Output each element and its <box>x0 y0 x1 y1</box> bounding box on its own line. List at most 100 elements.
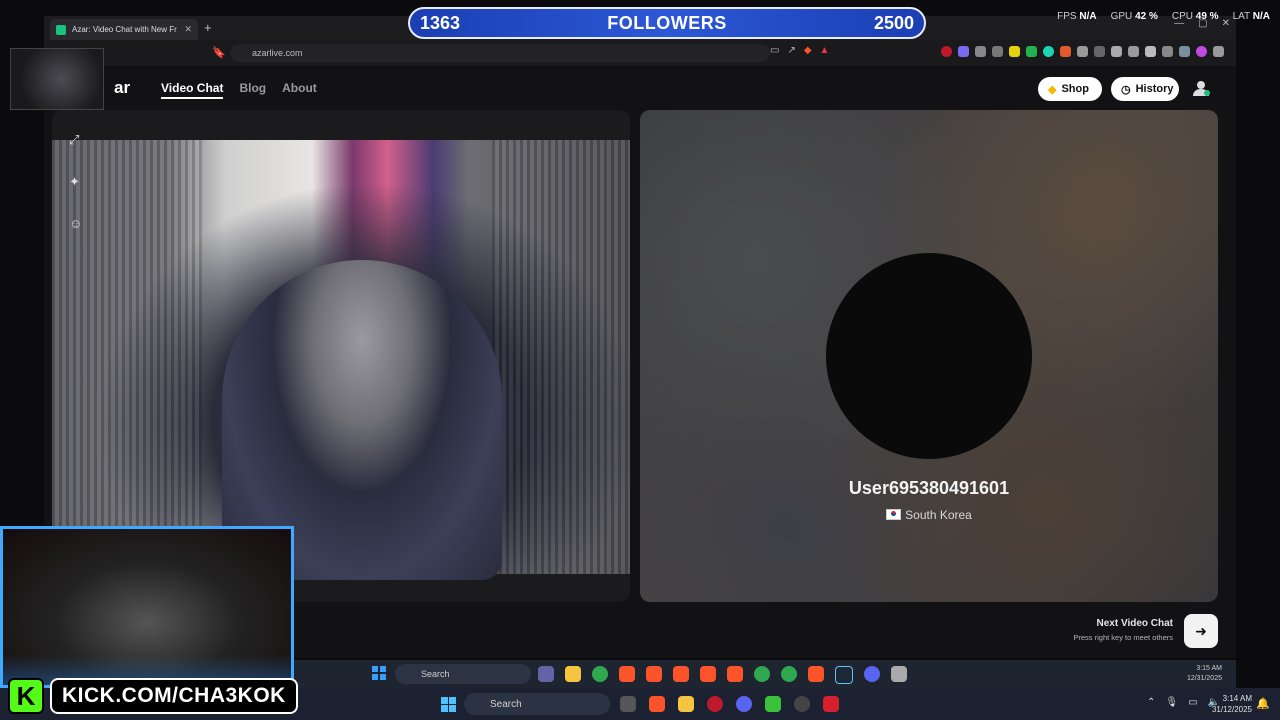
app-icon[interactable] <box>823 696 839 712</box>
share-icon[interactable]: ↗ <box>787 45 795 56</box>
extension-icon[interactable] <box>1077 46 1088 57</box>
url-field[interactable]: azarlive.com <box>230 44 770 62</box>
captured-time: 3:15 AM <box>1196 665 1222 672</box>
partner-username: User695380491601 <box>848 478 1010 498</box>
mic-icon[interactable]: 🎙 <box>1165 697 1178 708</box>
task-view-icon[interactable] <box>620 696 636 712</box>
extensions-row <box>941 46 1224 57</box>
extension-icon[interactable] <box>1111 46 1122 57</box>
next-chat-button[interactable]: ➜ <box>1184 614 1218 648</box>
chrome-icon[interactable] <box>754 666 770 682</box>
effects-sparkle-icon[interactable]: ✦ <box>69 174 82 190</box>
extension-icon[interactable] <box>992 46 1003 57</box>
history-button[interactable]: ◷ History <box>1111 77 1179 101</box>
extension-icon[interactable] <box>975 46 986 57</box>
partner-avatar <box>826 253 1032 459</box>
captured-search-box[interactable]: Search <box>395 664 531 684</box>
nav-about[interactable]: About <box>282 81 317 99</box>
partner-country-label: South Korea <box>905 508 972 522</box>
taskbar-clock[interactable]: 3:14 AM 31/12/2025 <box>1212 693 1252 715</box>
taskbar-date: 31/12/2025 <box>1211 705 1252 714</box>
gpu-label: GPU <box>1110 11 1133 22</box>
cpu-value: 49 % <box>1195 11 1219 22</box>
extension-icon[interactable] <box>1043 46 1054 57</box>
obs-icon[interactable] <box>794 696 810 712</box>
lat-value: N/A <box>1252 11 1270 22</box>
fps-label: FPS <box>1057 11 1077 22</box>
site-nav: ar Video Chat Blog About ◆ Shop ◷ Histor… <box>44 66 1236 110</box>
discord-icon[interactable] <box>736 696 752 712</box>
brave-icon[interactable] <box>619 666 635 682</box>
extension-icon[interactable] <box>958 46 969 57</box>
tab-title: Azar: Video Chat with New Fr <box>72 25 177 34</box>
chevron-up-icon[interactable]: ⌃ <box>1147 697 1155 708</box>
brave-icon[interactable] <box>808 666 824 682</box>
steam-icon[interactable] <box>835 666 853 684</box>
brave-icon[interactable] <box>673 666 689 682</box>
brave-icon[interactable] <box>649 696 665 712</box>
folder-icon[interactable] <box>678 696 694 712</box>
brave-icon[interactable] <box>727 666 743 682</box>
address-bar: 🔖 azarlive.com ▭ ↗ ◆ ▲ <box>44 40 1236 66</box>
discord-icon[interactable] <box>864 666 880 682</box>
gem-icon: ◆ <box>1048 83 1057 96</box>
leo-icon[interactable] <box>1196 46 1207 57</box>
azar-favicon-icon <box>56 24 66 35</box>
azar-logo[interactable]: ar <box>114 78 130 98</box>
play-icon[interactable] <box>765 696 781 712</box>
chrome-icon[interactable] <box>592 666 608 682</box>
shop-label: Shop <box>1061 83 1089 95</box>
shop-button[interactable]: ◆ Shop <box>1038 77 1102 101</box>
expand-icon[interactable]: ⤢ <box>69 132 82 148</box>
notification-bell-icon[interactable]: 🔔 <box>1256 697 1270 710</box>
windows-start-icon[interactable] <box>441 697 456 712</box>
extension-icon[interactable] <box>1094 46 1105 57</box>
vpn-icon[interactable] <box>1179 46 1190 57</box>
brave-rewards-icon[interactable]: ▲ <box>820 45 830 56</box>
clock-icon: ◷ <box>1121 83 1131 96</box>
bookmark-icon[interactable]: 🔖 <box>212 46 226 59</box>
extension-icon[interactable] <box>1060 46 1071 57</box>
brave-icon[interactable] <box>700 666 716 682</box>
close-tab-icon[interactable]: ✕ <box>184 24 192 35</box>
extension-icon[interactable] <box>941 46 952 57</box>
kick-logo-icon: K <box>8 678 44 714</box>
small-preview-camera <box>10 48 104 110</box>
wallet-icon[interactable] <box>1162 46 1173 57</box>
calculator-icon[interactable] <box>891 666 907 682</box>
streamer-facecam <box>0 526 294 688</box>
followers-label: FOLLOWERS <box>607 12 727 33</box>
nav-video-chat[interactable]: Video Chat <box>161 81 224 99</box>
brave-icon[interactable] <box>646 666 662 682</box>
history-label: History <box>1135 83 1174 95</box>
next-chat-title: Next Video Chat <box>1096 618 1174 629</box>
partner-country: South Korea <box>640 508 1218 522</box>
profile-icon[interactable] <box>1192 79 1210 97</box>
sidebar-icon[interactable] <box>1145 46 1156 57</box>
folder-icon[interactable] <box>565 666 581 682</box>
next-chat-hint: Press right key to meet others <box>1073 633 1173 642</box>
browser-tab[interactable]: Azar: Video Chat with New Fr ✕ <box>50 19 198 40</box>
teams-icon[interactable] <box>538 666 554 682</box>
fps-value: N/A <box>1079 11 1097 22</box>
lat-label: LAT <box>1232 11 1250 22</box>
cpu-label: CPU <box>1171 11 1193 22</box>
screen-icon[interactable]: ▭ <box>770 45 779 56</box>
partner-panel: User695380491601 South Korea <box>640 110 1218 602</box>
system-tray: ⌃ 🎙 ▭ 🔈 <box>1147 697 1220 708</box>
menu-icon[interactable] <box>1213 46 1224 57</box>
puzzle-icon[interactable] <box>1128 46 1139 57</box>
recorder-icon[interactable] <box>707 696 723 712</box>
windows-start-icon[interactable] <box>372 666 386 680</box>
brave-shield-icon[interactable]: ◆ <box>804 45 812 56</box>
network-icon[interactable]: ▭ <box>1188 697 1197 708</box>
kick-banner: K KICK.COM/CHA3KOK <box>8 678 298 714</box>
chrome-icon[interactable] <box>781 666 797 682</box>
nav-blog[interactable]: Blog <box>239 81 266 99</box>
extension-icon[interactable] <box>1026 46 1037 57</box>
extension-icon[interactable] <box>1009 46 1020 57</box>
face-filter-icon[interactable]: ☺ <box>69 216 82 231</box>
taskbar-time: 3:14 AM <box>1222 694 1252 703</box>
new-tab-button[interactable]: + <box>204 20 212 35</box>
taskbar-search-box[interactable]: Search <box>464 693 610 715</box>
